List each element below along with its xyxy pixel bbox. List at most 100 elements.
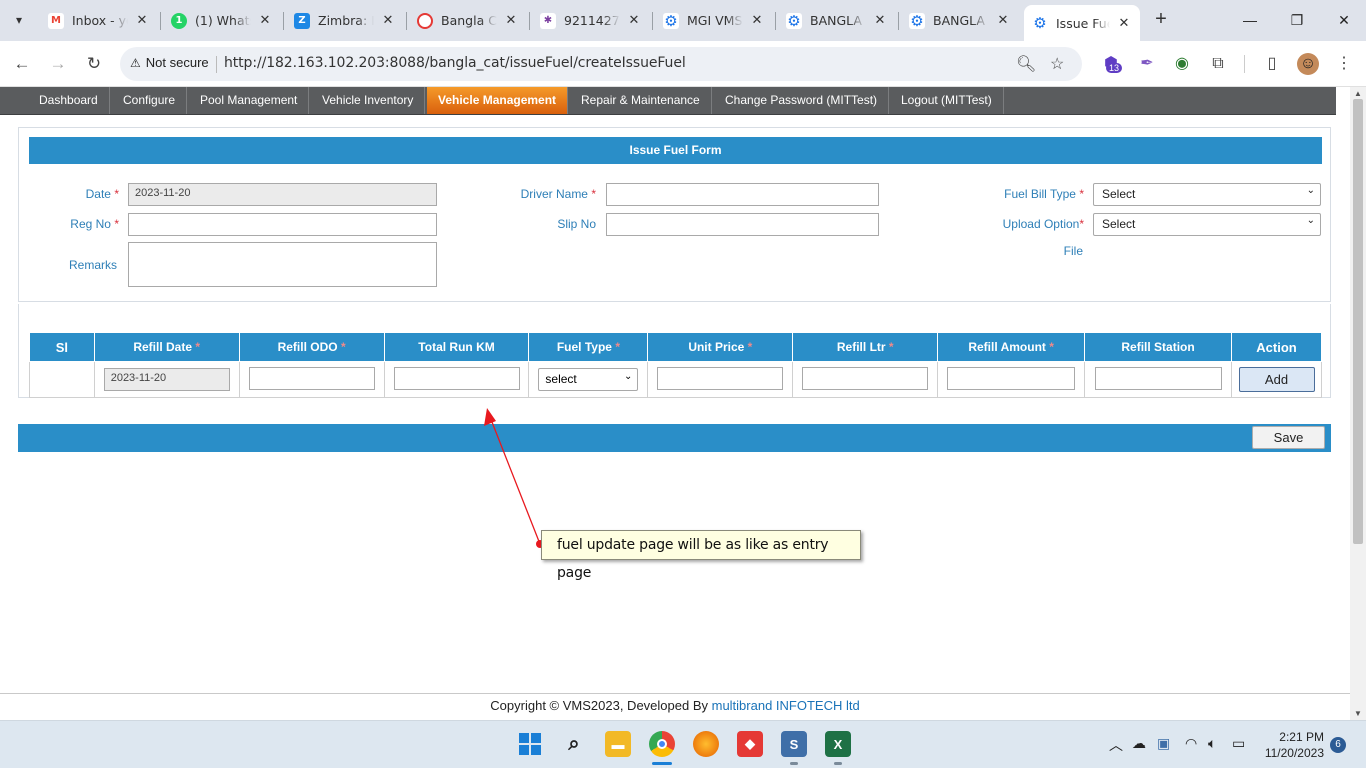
upload-option-select[interactable]: Select ⌄ xyxy=(1093,213,1321,236)
plus-icon: + xyxy=(1155,8,1167,30)
zoom-icon[interactable]: 🔍︎ xyxy=(1016,54,1036,74)
menu-pool-management[interactable]: Pool Management xyxy=(189,87,310,114)
tab-mgi-vms[interactable]: ⚙ MGI VMS ✕ xyxy=(655,6,773,35)
scroll-up-icon[interactable]: ▲ xyxy=(1353,89,1363,98)
restore-button[interactable]: ❐ xyxy=(1277,6,1317,34)
close-icon[interactable]: ✕ xyxy=(257,13,273,28)
refill-station-cell xyxy=(1084,361,1232,398)
gmail-icon: M xyxy=(48,12,64,29)
close-icon[interactable]: ✕ xyxy=(503,13,519,28)
security-label: Not secure xyxy=(145,55,209,70)
remarks-textarea[interactable] xyxy=(128,242,437,287)
forward-button[interactable]: → xyxy=(44,50,72,78)
close-icon[interactable]: ✕ xyxy=(380,13,396,28)
regno-input[interactable] xyxy=(128,213,437,236)
close-icon[interactable]: ✕ xyxy=(749,13,765,28)
volume-icon[interactable]: 🔈︎ xyxy=(1208,735,1216,752)
profile-avatar[interactable]: ☺ xyxy=(1297,53,1319,75)
minimize-button[interactable]: — xyxy=(1230,6,1270,34)
tab-bangla-1[interactable]: ⚙ BANGLA C ✕ xyxy=(778,6,896,35)
close-icon[interactable]: ✕ xyxy=(872,13,888,28)
fuel-type-cell: select ⌄ xyxy=(528,361,649,398)
col-refill-station: Refill Station xyxy=(1084,332,1232,362)
side-panel-icon[interactable]: ▯ xyxy=(1261,53,1283,75)
menu-repair-maintenance[interactable]: Repair & Maintenance xyxy=(570,87,712,114)
refill-amount-input[interactable] xyxy=(947,366,1076,390)
tab-issue-fuel[interactable]: ⚙ Issue Fuel ✕ xyxy=(1024,5,1140,41)
total-run-km-input[interactable] xyxy=(393,366,520,390)
page-scrollbar[interactable]: ▲ ▼ xyxy=(1350,87,1366,720)
close-window-button[interactable]: ✕ xyxy=(1324,6,1364,34)
wifi-icon[interactable]: ◠ xyxy=(1185,735,1197,752)
driver-name-label: Driver Name * xyxy=(520,187,596,201)
tray-app-icon[interactable]: ▣ xyxy=(1157,735,1170,752)
tab-bangla-cat[interactable]: Bangla CA ✕ xyxy=(409,6,527,35)
tab-bangla-2[interactable]: ⚙ BANGLA C ✕ xyxy=(901,6,1019,35)
back-button[interactable]: ← xyxy=(8,50,36,78)
refill-station-input[interactable] xyxy=(1094,366,1222,390)
chrome-icon[interactable] xyxy=(649,731,675,757)
excel-icon[interactable]: X xyxy=(825,731,851,757)
security-indicator[interactable]: ⚠ Not secure xyxy=(130,55,209,70)
menu-configure[interactable]: Configure xyxy=(112,87,188,114)
extensions-puzzle-icon[interactable]: ⧉ xyxy=(1207,53,1229,75)
close-icon[interactable]: ✕ xyxy=(134,13,150,28)
gear-icon: ⚙ xyxy=(663,11,679,30)
fuel-bill-type-select[interactable]: Select ⌄ xyxy=(1093,183,1321,206)
driver-name-input[interactable] xyxy=(606,183,879,206)
windows-start-icon[interactable] xyxy=(517,731,543,757)
fuel-grid-panel: Sl Refill Date * Refill ODO * Total Run … xyxy=(18,304,1331,398)
developer-link[interactable]: multibrand INFOTECH ltd xyxy=(712,698,860,713)
tab-app[interactable]: ✱ 921142719 ✕ xyxy=(532,6,650,35)
fuel-type-select[interactable]: select ⌄ xyxy=(538,368,639,391)
file-explorer-icon[interactable]: ▬ xyxy=(605,731,631,757)
battery-icon[interactable]: ▭ xyxy=(1232,735,1245,752)
reload-button[interactable]: ↻ xyxy=(80,50,108,78)
col-refill-amount: Refill Amount * xyxy=(937,332,1086,362)
app-s-icon[interactable]: S xyxy=(781,731,807,757)
menu-logout[interactable]: Logout (MITTest) xyxy=(890,87,1004,114)
refill-date-input[interactable]: 2023-11-20 xyxy=(103,368,230,391)
add-row-button[interactable]: Add xyxy=(1238,367,1315,392)
tab-zimbra[interactable]: Z Zimbra: In ✕ xyxy=(286,6,404,35)
tab-gmail[interactable]: M Inbox - yo ✕ xyxy=(40,6,158,35)
close-icon[interactable]: ✕ xyxy=(626,13,642,28)
new-tab-button[interactable]: + xyxy=(1148,8,1174,32)
url-text[interactable]: http://182.163.102.203:8088/bangla_cat/i… xyxy=(224,55,686,71)
arrow-right-icon: → xyxy=(49,54,67,73)
menu-vehicle-inventory[interactable]: Vehicle Inventory xyxy=(311,87,426,114)
tab-title: Zimbra: In xyxy=(318,13,374,28)
menu-vehicle-management[interactable]: Vehicle Management xyxy=(427,87,569,114)
globe-extension-icon[interactable]: ◉ xyxy=(1171,53,1193,75)
tab-whatsapp[interactable]: 1 (1) WhatsA ✕ xyxy=(163,6,281,35)
onedrive-cloud-icon[interactable]: ☁ xyxy=(1132,735,1146,752)
menu-dashboard[interactable]: Dashboard xyxy=(28,87,110,114)
menu-change-password[interactable]: Change Password (MITTest) xyxy=(714,87,890,114)
bangla-cat-icon xyxy=(417,12,433,29)
col-unit-price: Unit Price * xyxy=(647,332,794,362)
system-clock[interactable]: 2:21 PM 11/20/2023 xyxy=(1262,729,1324,761)
scrollbar-thumb[interactable] xyxy=(1353,99,1363,544)
date-input[interactable]: 2023-11-20 xyxy=(128,183,437,206)
running-indicator xyxy=(834,762,842,765)
search-icon[interactable]: ⌕ xyxy=(561,731,587,757)
close-icon[interactable]: ✕ xyxy=(995,13,1011,28)
save-button[interactable]: Save xyxy=(1252,426,1325,449)
anydesk-icon[interactable]: ◆ xyxy=(737,731,763,757)
chevron-down-icon: ▾ xyxy=(15,13,23,27)
address-bar[interactable]: ⚠ Not secure http://182.163.102.203:8088… xyxy=(120,47,1082,81)
firefox-icon[interactable] xyxy=(693,731,719,757)
menu-kebab-icon[interactable]: ⋮ xyxy=(1333,53,1355,75)
pen-extension-icon[interactable]: ✒ xyxy=(1136,53,1158,75)
refill-ltr-input[interactable] xyxy=(802,366,929,390)
tab-search-button[interactable]: ▾ xyxy=(6,8,32,32)
scroll-down-icon[interactable]: ▼ xyxy=(1353,709,1363,718)
unit-price-input[interactable] xyxy=(657,366,784,390)
close-icon[interactable]: ✕ xyxy=(1116,16,1132,31)
tray-chevron-up-icon[interactable]: ︿ xyxy=(1109,735,1123,755)
slip-no-input[interactable] xyxy=(606,213,879,236)
bookmark-star-icon[interactable]: ☆ xyxy=(1050,54,1064,74)
arrow-left-icon: ← xyxy=(13,54,31,73)
refill-odo-input[interactable] xyxy=(248,366,375,390)
notification-badge[interactable]: 6 xyxy=(1330,737,1346,753)
